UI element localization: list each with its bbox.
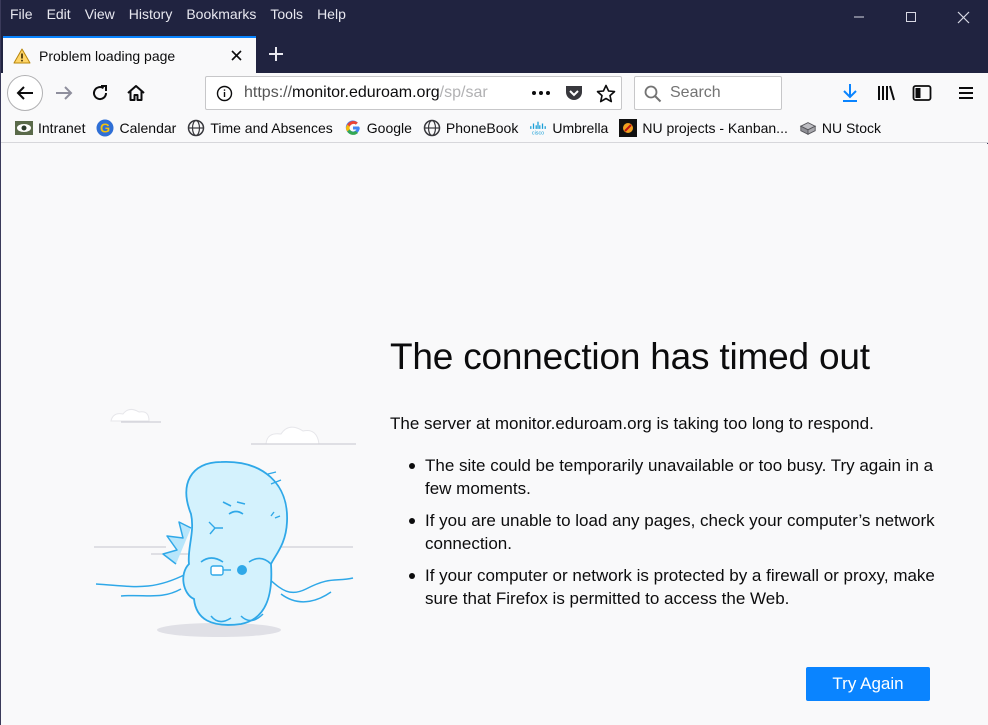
cisco-icon: cisco xyxy=(529,119,547,137)
menu-tools[interactable]: Tools xyxy=(263,3,310,25)
svg-text:G: G xyxy=(100,120,110,135)
menu-help[interactable]: Help xyxy=(310,3,353,25)
reload-icon xyxy=(93,85,108,101)
menu-edit[interactable]: Edit xyxy=(40,3,78,25)
pocket-icon[interactable] xyxy=(564,84,584,103)
close-window-button[interactable] xyxy=(937,0,988,34)
home-button[interactable] xyxy=(119,75,153,111)
bookmark-time-and-absences[interactable]: Time and Absences xyxy=(187,119,333,137)
try-again-button[interactable]: Try Again xyxy=(806,667,930,701)
bookmark-label: NU Stock xyxy=(821,119,881,136)
star-icon[interactable] xyxy=(596,84,616,104)
search-bar[interactable]: Search xyxy=(634,76,782,110)
bookmark-label: Umbrella xyxy=(552,119,609,136)
url-prefix: https:// xyxy=(244,84,293,101)
list-item: The site could be temporarily unavailabl… xyxy=(406,454,946,500)
reload-button[interactable] xyxy=(83,75,117,111)
library-icon xyxy=(878,85,895,101)
search-icon xyxy=(644,85,662,103)
hamburger-icon xyxy=(959,87,973,99)
bookmark-label: Time and Absences xyxy=(210,119,333,136)
browser-window: File Edit View History Bookmarks Tools H… xyxy=(0,0,988,725)
url-path: /sp/sar xyxy=(439,84,488,101)
page-actions-icon[interactable] xyxy=(530,87,552,99)
bookmark-label: Intranet xyxy=(38,119,86,136)
home-icon xyxy=(127,85,145,101)
svg-text:cisco: cisco xyxy=(532,130,544,135)
nu-icon xyxy=(619,118,638,137)
url-host: monitor.eduroam.org xyxy=(292,84,440,101)
library-button[interactable] xyxy=(869,75,903,111)
menu-button[interactable] xyxy=(949,75,983,111)
bookmark-nu-projects[interactable]: NU projects - Kanban... xyxy=(619,118,788,137)
bookmark-intranet[interactable]: Intranet xyxy=(15,119,85,137)
info-icon[interactable] xyxy=(216,85,233,102)
google-icon xyxy=(344,119,362,137)
downloads-button[interactable] xyxy=(833,75,867,111)
search-input[interactable]: Search xyxy=(670,77,721,109)
navigation-toolbar: https://monitor.eduroam.org/sp/sar Searc… xyxy=(1,73,988,113)
bookmark-label: NU projects - Kanban... xyxy=(642,119,788,136)
forward-arrow-icon xyxy=(56,86,73,100)
sidebar-button[interactable] xyxy=(905,75,939,111)
back-button[interactable] xyxy=(7,75,43,111)
bookmark-google[interactable]: Google xyxy=(344,119,412,137)
tab-close-button[interactable] xyxy=(226,46,246,66)
minimize-button[interactable] xyxy=(833,0,885,34)
title-bar: File Edit View History Bookmarks Tools H… xyxy=(1,0,988,73)
minimize-icon xyxy=(854,16,864,18)
globe-icon xyxy=(187,119,205,137)
maximize-icon xyxy=(906,12,916,22)
download-icon xyxy=(843,84,857,102)
list-item: If you are unable to load any pages, che… xyxy=(406,509,946,555)
globe-icon xyxy=(423,119,441,137)
tab-problem-loading[interactable]: Problem loading page xyxy=(3,36,256,73)
bookmarks-toolbar: Intranet G Calendar Time and Absences Go… xyxy=(1,113,988,143)
bookmark-umbrella[interactable]: cisco Umbrella xyxy=(529,119,608,137)
bookmark-label: PhoneBook xyxy=(445,119,519,136)
menu-view[interactable]: View xyxy=(78,3,122,25)
error-title: The connection has timed out xyxy=(390,336,870,377)
menu-history[interactable]: History xyxy=(122,3,180,25)
bookmark-label: Calendar xyxy=(119,119,177,136)
bookmark-nu-stock[interactable]: NU Stock xyxy=(799,119,881,137)
sidebar-icon xyxy=(912,85,932,101)
close-icon xyxy=(230,50,242,61)
close-icon xyxy=(957,11,969,23)
error-description: The server at monitor.eduroam.org is tak… xyxy=(390,414,874,433)
list-item: If your computer or network is protected… xyxy=(406,564,946,610)
back-arrow-icon xyxy=(16,86,33,100)
disconnected-dino-illustration xyxy=(94,408,356,637)
g-logo-icon: G xyxy=(96,119,114,137)
url-text[interactable]: https://monitor.eduroam.org/sp/sar xyxy=(244,77,524,109)
bookmark-calendar[interactable]: G Calendar xyxy=(96,119,176,137)
error-page: The connection has timed out The server … xyxy=(1,144,988,725)
eye-icon xyxy=(15,119,33,137)
error-suggestions: The site could be temporarily unavailabl… xyxy=(406,454,946,619)
url-bar[interactable]: https://monitor.eduroam.org/sp/sar xyxy=(205,76,622,110)
bookmark-phonebook[interactable]: PhoneBook xyxy=(423,119,518,137)
warning-icon xyxy=(13,48,31,63)
menu-file[interactable]: File xyxy=(3,3,40,25)
maximize-button[interactable] xyxy=(885,0,937,34)
plus-icon xyxy=(269,47,283,61)
forward-button[interactable] xyxy=(47,75,81,111)
menu-bookmarks[interactable]: Bookmarks xyxy=(179,3,263,25)
tab-title: Problem loading page xyxy=(39,47,176,64)
new-tab-button[interactable] xyxy=(259,38,293,70)
bookmark-label: Google xyxy=(366,119,412,136)
menu-bar: File Edit View History Bookmarks Tools H… xyxy=(3,3,353,25)
box-icon xyxy=(799,119,817,137)
